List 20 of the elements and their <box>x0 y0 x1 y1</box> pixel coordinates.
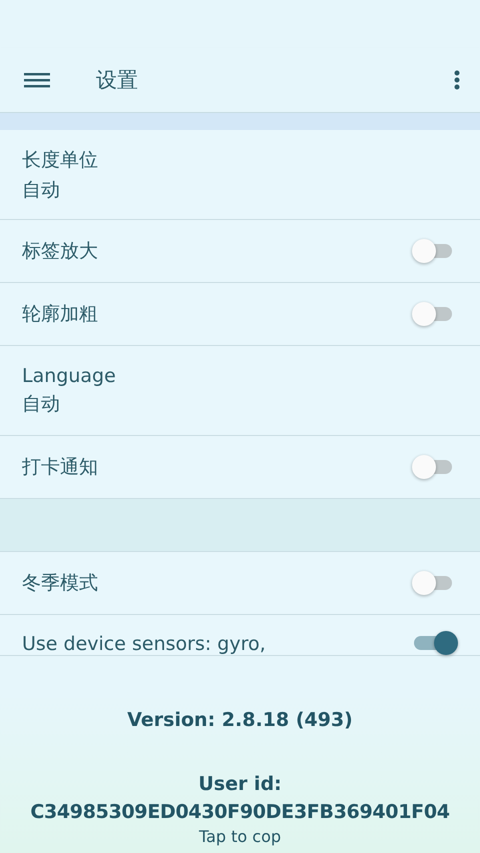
copy-hint: Tap to cop <box>198 827 282 846</box>
setting-label: Language <box>22 364 117 386</box>
setting-label: 轮廓加粗 <box>22 302 99 327</box>
setting-label: 标签放大 <box>22 239 99 264</box>
setting-label: 长度单位 <box>22 148 99 172</box>
setting-label: 打卡通知 <box>22 455 99 480</box>
toggle-switch[interactable] <box>412 304 454 324</box>
more-options-icon[interactable] <box>454 70 460 90</box>
toggle-switch[interactable] <box>412 573 454 593</box>
version-text: Version: 2.8.18 (493) <box>127 709 353 731</box>
menu-icon[interactable] <box>24 72 50 88</box>
toggle-switch[interactable] <box>412 241 454 261</box>
setting-value: 自动 <box>22 392 61 416</box>
setting-label: 冬季模式 <box>22 571 99 596</box>
setting-value: 自动 <box>22 178 61 202</box>
setting-label: Use device sensors: gyro, <box>22 633 267 655</box>
user-id-text[interactable]: C34985309ED0430F90DE3FB369401F04 <box>30 801 450 823</box>
page-title: 设置 <box>96 67 139 94</box>
toggle-switch[interactable] <box>412 457 454 477</box>
user-id-label: User id: <box>198 773 282 795</box>
